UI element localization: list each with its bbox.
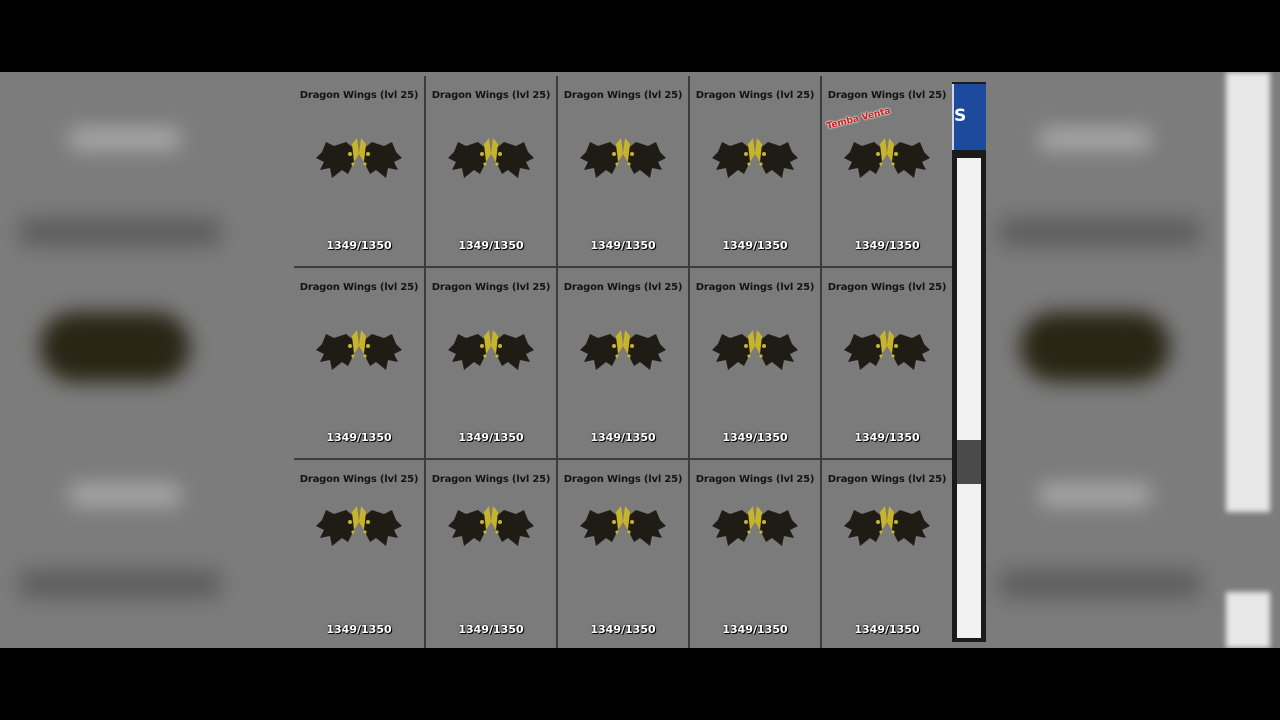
item-name: Dragon Wings (lvl 25) [827, 474, 947, 485]
blurred-highlight [1226, 592, 1270, 648]
dragon-wings-icon [448, 132, 534, 184]
letterbox-top [0, 0, 1280, 72]
item-name: Dragon Wings (lvl 25) [695, 474, 815, 485]
shop-item-card[interactable]: Dragon Wings (lvl 25) 1349/1350 [294, 76, 424, 266]
item-name: Dragon Wings (lvl 25) [827, 90, 947, 101]
item-stock: 1349/1350 [722, 623, 788, 636]
item-stock: 1349/1350 [458, 623, 524, 636]
dragon-wings-icon [712, 132, 798, 184]
item-stock: 1349/1350 [854, 431, 920, 444]
shop-item-card[interactable]: Dragon Wings (lvl 25) 1349/1350 [558, 76, 688, 266]
dragon-wings-icon [316, 500, 402, 552]
shop-item-card[interactable]: Dragon Wings (lvl 25) 1349/1350 [294, 268, 424, 458]
scrollbar-thumb[interactable] [957, 440, 981, 484]
item-stock: 1349/1350 [854, 239, 920, 252]
shop-item-card[interactable]: Dragon Wings (lvl 25) Temba Venta 1349/135… [822, 76, 952, 266]
blurred-highlight [1226, 72, 1270, 512]
item-name: Dragon Wings (lvl 25) [431, 282, 551, 293]
dragon-wings-icon [844, 324, 930, 376]
dragon-wings-icon [316, 132, 402, 184]
shop-item-card[interactable]: Dragon Wings (lvl 25) 1349/1350 [690, 76, 820, 266]
item-name: Dragon Wings (lvl 25) [563, 282, 683, 293]
shop-item-card[interactable]: Dragon Wings (lvl 25) 1349/1350 [294, 460, 424, 650]
item-stock: 1349/1350 [722, 431, 788, 444]
item-stock: 1349/1350 [326, 431, 392, 444]
shop-item-card[interactable]: Dragon Wings (lvl 25) 1349/1350 [426, 268, 556, 458]
blurred-band [20, 570, 220, 598]
blurred-band [1000, 570, 1200, 598]
item-stock: 1349/1350 [722, 239, 788, 252]
scrollbar-track[interactable] [957, 158, 981, 638]
blurred-band [20, 218, 220, 246]
side-tab-label: S [954, 106, 967, 126]
shop-item-card[interactable]: Dragon Wings (lvl 25) 1349/1350 [822, 460, 952, 650]
blurred-label [1040, 484, 1150, 506]
dragon-wings-icon [844, 500, 930, 552]
dragon-wings-icon [316, 324, 402, 376]
shop-item-card[interactable]: Dragon Wings (lvl 25) 1349/1350 [690, 268, 820, 458]
dragon-wings-icon [580, 132, 666, 184]
item-name: Dragon Wings (lvl 25) [563, 90, 683, 101]
dragon-wings-icon [448, 500, 534, 552]
shop-item-card[interactable]: Dragon Wings (lvl 25) 1349/1350 [690, 460, 820, 650]
item-stock: 1349/1350 [590, 623, 656, 636]
dragon-wings-icon [448, 324, 534, 376]
blurred-label [70, 484, 180, 506]
item-name: Dragon Wings (lvl 25) [695, 282, 815, 293]
blurred-wing [1020, 312, 1170, 382]
item-stock: 1349/1350 [326, 623, 392, 636]
blurred-wing [40, 312, 190, 382]
dragon-wings-icon [712, 324, 798, 376]
dragon-wings-icon [580, 324, 666, 376]
letterbox-bottom [0, 648, 1280, 720]
dragon-wings-icon [580, 500, 666, 552]
item-name: Dragon Wings (lvl 25) [431, 474, 551, 485]
item-stock: 1349/1350 [590, 239, 656, 252]
item-name: Dragon Wings (lvl 25) [299, 90, 419, 101]
blurred-label [1040, 128, 1150, 150]
dragon-wings-icon [844, 132, 930, 184]
item-stock: 1349/1350 [854, 623, 920, 636]
item-name: Dragon Wings (lvl 25) [299, 474, 419, 485]
item-stock: 1349/1350 [458, 239, 524, 252]
side-tab-button[interactable]: S [952, 84, 986, 150]
item-name: Dragon Wings (lvl 25) [299, 282, 419, 293]
item-name: Dragon Wings (lvl 25) [827, 282, 947, 293]
blurred-band [1000, 218, 1200, 246]
item-name: Dragon Wings (lvl 25) [431, 90, 551, 101]
shop-item-card[interactable]: Dragon Wings (lvl 25) 1349/1350 [822, 268, 952, 458]
blurred-label [70, 128, 180, 150]
shop-item-card[interactable]: Dragon Wings (lvl 25) 1349/1350 [558, 460, 688, 650]
shop-item-card[interactable]: Dragon Wings (lvl 25) 1349/1350 [426, 460, 556, 650]
shop-item-card[interactable]: Dragon Wings (lvl 25) 1349/1350 [426, 76, 556, 266]
shop-item-card[interactable]: Dragon Wings (lvl 25) 1349/1350 [558, 268, 688, 458]
dragon-wings-icon [712, 500, 798, 552]
item-stock: 1349/1350 [326, 239, 392, 252]
shop-item-grid: Dragon Wings (lvl 25) 1349/1350 Dragon Win… [294, 76, 952, 650]
item-name: Dragon Wings (lvl 25) [563, 474, 683, 485]
item-stock: 1349/1350 [590, 431, 656, 444]
item-stock: 1349/1350 [458, 431, 524, 444]
item-name: Dragon Wings (lvl 25) [695, 90, 815, 101]
item-badge: Temba Venta [825, 106, 892, 132]
